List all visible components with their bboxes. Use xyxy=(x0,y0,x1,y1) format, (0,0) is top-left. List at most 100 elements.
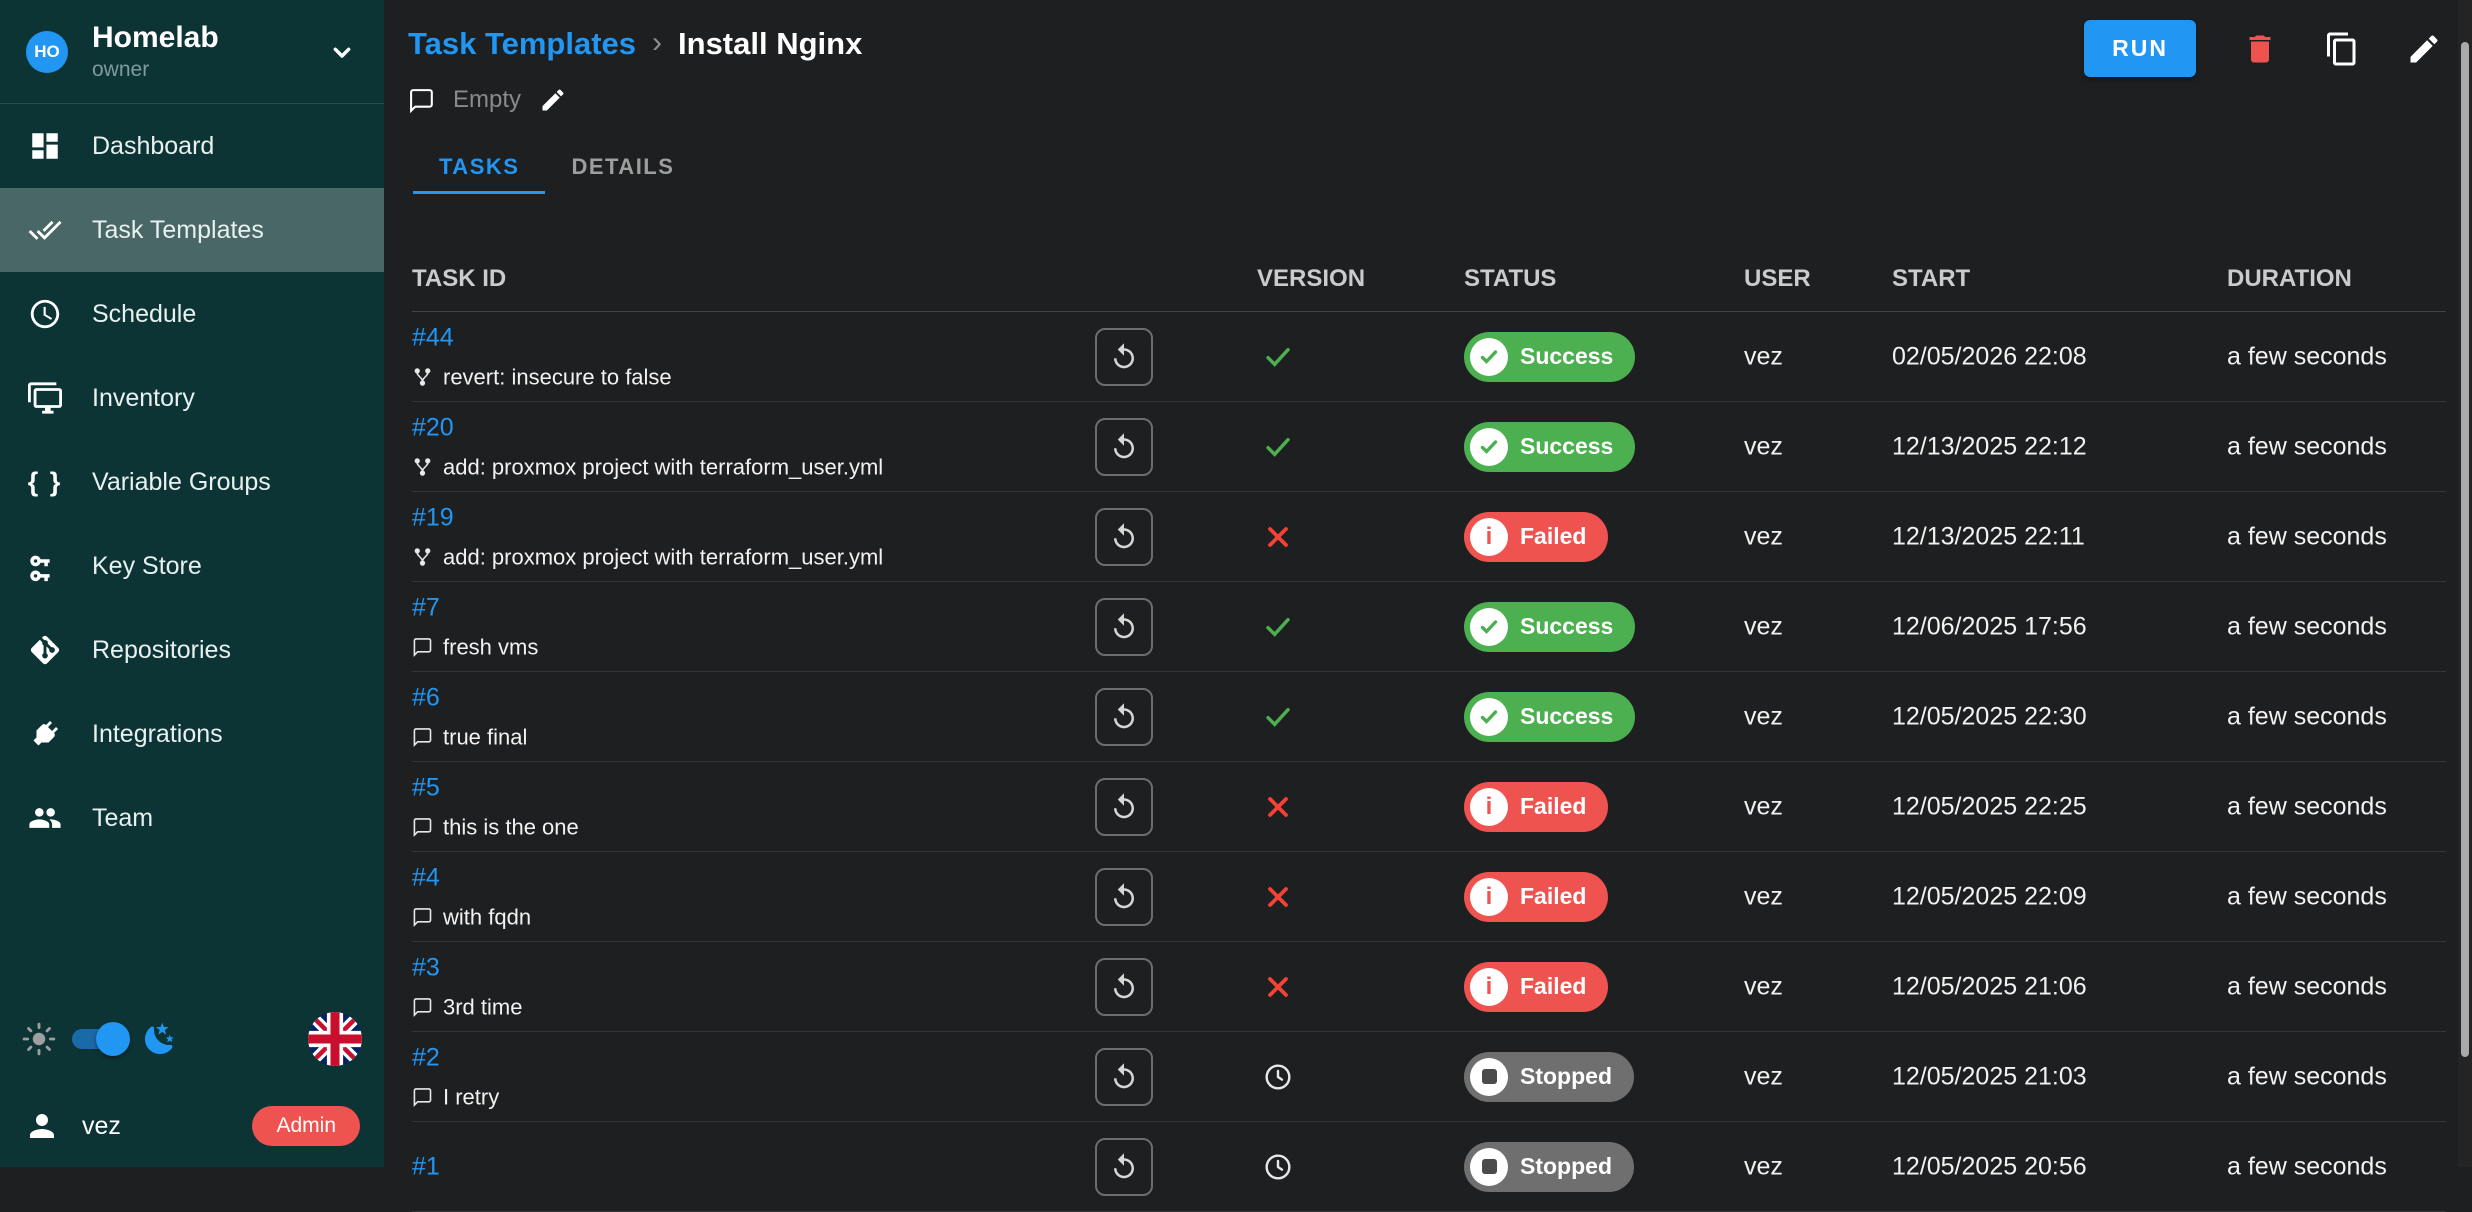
table-row: #7fresh vmsSuccessvez12/06/2025 17:56a f… xyxy=(412,582,2446,672)
breadcrumb-parent-link[interactable]: Task Templates xyxy=(408,26,636,62)
version-status-icon-fail xyxy=(1262,971,1294,1003)
sidebar-item-dashboard[interactable]: Dashboard xyxy=(0,104,384,188)
task-id-link[interactable]: #44 xyxy=(412,323,454,352)
status-label: Failed xyxy=(1520,973,1586,1000)
table-row: #1Stoppedvez12/05/2025 20:56a few second… xyxy=(412,1122,2446,1212)
user-menu[interactable]: vez Admin xyxy=(0,1085,384,1167)
status-label: Stopped xyxy=(1520,1063,1612,1090)
sidebar-item-label: Inventory xyxy=(92,384,195,413)
task-id-link[interactable]: #2 xyxy=(412,1043,440,1072)
rerun-task-button[interactable] xyxy=(1095,688,1153,746)
rerun-task-button[interactable] xyxy=(1095,328,1153,386)
rerun-task-button[interactable] xyxy=(1095,508,1153,566)
rerun-task-button[interactable] xyxy=(1095,1048,1153,1106)
comment-icon xyxy=(412,907,433,928)
sidebar-item-team[interactable]: Team xyxy=(0,776,384,860)
sidebar-item-schedule[interactable]: Schedule xyxy=(0,272,384,356)
project-switcher[interactable]: HO Homelab owner xyxy=(0,0,384,104)
rerun-task-button[interactable] xyxy=(1095,598,1153,656)
plug-icon xyxy=(26,715,64,753)
user-cell: vez xyxy=(1744,612,1783,641)
duration-cell: a few seconds xyxy=(2227,612,2387,641)
duration-cell: a few seconds xyxy=(2227,702,2387,731)
run-button[interactable]: RUN xyxy=(2084,20,2196,77)
delete-button[interactable] xyxy=(2242,31,2278,67)
status-badge: Success xyxy=(1464,332,1635,382)
sidebar-item-task-templates[interactable]: Task Templates xyxy=(0,188,384,272)
sidebar-nav: DashboardTask TemplatesSchedule Inventory… xyxy=(0,104,384,860)
admin-badge: Admin xyxy=(252,1106,360,1146)
user-cell: vez xyxy=(1744,342,1783,371)
sidebar-item-key-store[interactable]: Key Store xyxy=(0,524,384,608)
tab-details[interactable]: DETAILS xyxy=(545,142,700,194)
status-badge: Success xyxy=(1464,692,1635,742)
commit-icon xyxy=(412,367,433,388)
sidebar-item-integrations[interactable]: Integrations xyxy=(0,692,384,776)
status-badge: Stopped xyxy=(1464,1052,1634,1102)
task-message: fresh vms xyxy=(443,634,538,660)
success-check-icon xyxy=(1470,608,1508,646)
sidebar-item-label: Repositories xyxy=(92,636,231,665)
version-status-icon-ok xyxy=(1262,341,1294,373)
template-actions: RUN xyxy=(2084,20,2442,77)
start-cell: 12/13/2025 22:11 xyxy=(1892,522,2085,551)
task-id-link[interactable]: #20 xyxy=(412,413,454,442)
commit-icon xyxy=(412,547,433,568)
failed-info-icon: i xyxy=(1470,788,1508,826)
task-id-link[interactable]: #5 xyxy=(412,773,440,802)
braces-icon: { } xyxy=(26,463,64,501)
table-row: #4with fqdniFailedvez12/05/2025 22:09a f… xyxy=(412,852,2446,942)
template-description: Empty xyxy=(453,86,521,114)
sidebar-item-repositories[interactable]: Repositories xyxy=(0,608,384,692)
uk-flag-language-button[interactable] xyxy=(308,1012,362,1066)
chevron-down-icon[interactable] xyxy=(326,36,358,68)
page-title: Install Nginx xyxy=(678,26,862,62)
tab-tasks[interactable]: TASKS xyxy=(413,142,545,194)
project-role: owner xyxy=(92,58,219,82)
sun-icon xyxy=(22,1022,56,1056)
version-status-icon-wait xyxy=(1262,1061,1294,1093)
status-label: Success xyxy=(1520,703,1613,730)
version-status-icon-fail xyxy=(1262,791,1294,823)
rerun-task-button[interactable] xyxy=(1095,868,1153,926)
copy-button[interactable] xyxy=(2324,31,2360,67)
task-history-table: TASK ID VERSION STATUS USER START DURATI… xyxy=(412,246,2446,1212)
version-status-icon-ok xyxy=(1262,701,1294,733)
task-id-link[interactable]: #7 xyxy=(412,593,440,622)
person-icon xyxy=(24,1108,60,1144)
version-status-icon-fail xyxy=(1262,881,1294,913)
table-row: #2I retryStoppedvez12/05/2025 21:03a few… xyxy=(412,1032,2446,1122)
sidebar: HO Homelab owner DashboardTask Templates… xyxy=(0,0,384,1167)
comment-icon xyxy=(412,997,433,1018)
scrollbar-thumb[interactable] xyxy=(2461,42,2469,1057)
success-check-icon xyxy=(1470,428,1508,466)
start-cell: 12/05/2025 22:25 xyxy=(1892,792,2087,821)
failed-info-icon: i xyxy=(1470,878,1508,916)
status-label: Failed xyxy=(1520,793,1586,820)
rerun-icon xyxy=(1109,972,1139,1002)
start-cell: 02/05/2026 22:08 xyxy=(1892,342,2087,371)
task-id-link[interactable]: #6 xyxy=(412,683,440,712)
dark-mode-toggle[interactable] xyxy=(72,1029,124,1049)
sidebar-item-label: Variable Groups xyxy=(92,468,271,497)
status-badge: i Failed xyxy=(1464,782,1608,832)
edit-description-button[interactable] xyxy=(539,86,567,114)
stopped-square-icon xyxy=(1470,1058,1508,1096)
rerun-task-button[interactable] xyxy=(1095,778,1153,836)
sidebar-item-variable-groups[interactable]: { } Variable Groups xyxy=(0,440,384,524)
user-cell: vez xyxy=(1744,522,1783,551)
scrollbar-track[interactable] xyxy=(2458,0,2472,1167)
task-id-link[interactable]: #19 xyxy=(412,503,454,532)
version-status-icon-ok xyxy=(1262,611,1294,643)
rerun-task-button[interactable] xyxy=(1095,958,1153,1016)
task-message: 3rd time xyxy=(443,994,522,1020)
comment-icon xyxy=(412,727,433,748)
duration-cell: a few seconds xyxy=(2227,432,2387,461)
sidebar-item-inventory[interactable]: Inventory xyxy=(0,356,384,440)
edit-template-button[interactable] xyxy=(2406,31,2442,67)
rerun-task-button[interactable] xyxy=(1095,418,1153,476)
user-cell: vez xyxy=(1744,1062,1783,1091)
task-id-link[interactable]: #4 xyxy=(412,863,440,892)
task-id-link[interactable]: #3 xyxy=(412,953,440,982)
rerun-icon xyxy=(1109,522,1139,552)
